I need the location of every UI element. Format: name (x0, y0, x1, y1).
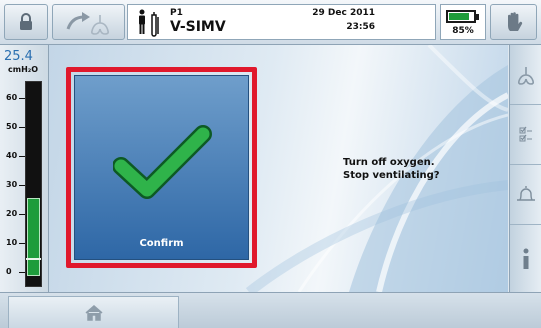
pressure-bar-fill (27, 198, 40, 277)
right-sidebar (509, 45, 541, 292)
gauge-tick-label: 50 (6, 122, 18, 132)
sidebar-item-lungs[interactable] (510, 45, 541, 105)
time-display: 23:56 (346, 22, 375, 32)
main-area: Confirm Turn off oxygen. Stop ventilatin… (49, 45, 508, 292)
gauge-tick-label: 0 (6, 267, 12, 277)
confirm-highlight-frame: Confirm (66, 67, 257, 268)
home-icon (85, 304, 102, 321)
standby-icon (66, 12, 109, 35)
checklist-icon (519, 126, 532, 141)
message-line-1: Turn off oxygen. (343, 157, 435, 168)
patient-type-icons (136, 9, 166, 41)
battery-icon (446, 10, 476, 23)
pressure-value: 25.4 (4, 49, 33, 64)
adult-patient-icon (139, 9, 159, 37)
pressure-bar (25, 81, 42, 287)
date-display: 29 Dec 2011 (312, 8, 375, 18)
ventilation-mode: V-SIMV (170, 19, 226, 35)
sidebar-item-info[interactable] (510, 225, 541, 292)
pressure-unit: cmH₂O (8, 65, 39, 74)
hand-icon (507, 12, 522, 32)
home-tab[interactable] (8, 296, 179, 328)
battery-terminal (476, 14, 479, 20)
gauge-tick-label: 30 (6, 180, 18, 190)
gauge-tick-label: 10 (6, 238, 18, 248)
manual-breath-button[interactable] (490, 4, 537, 40)
battery-status: 85% (440, 4, 486, 40)
confirm-button[interactable]: Confirm (74, 75, 249, 260)
patient-id: P1 (170, 8, 183, 18)
confirm-label: Confirm (139, 238, 184, 249)
standby-button[interactable] (52, 4, 125, 40)
lock-icon (20, 13, 32, 30)
ventilation-status-panel[interactable]: P1 V-SIMV 29 Dec 2011 23:56 (127, 4, 436, 40)
battery-level-fill (449, 13, 469, 20)
lungs-icon (517, 66, 535, 85)
gauge-tick-label: 60 (6, 93, 18, 103)
confirmation-message: Turn off oxygen. Stop ventilating? (343, 156, 440, 182)
pressure-gauge-panel: 25.4 cmH₂O 60 50 40 30 20 10 0 (0, 45, 49, 292)
sidebar-item-checklist[interactable] (510, 105, 541, 165)
gauge-tick-label: 40 (6, 151, 18, 161)
checkmark-icon (113, 125, 212, 199)
alarm-bell-icon (517, 185, 535, 201)
message-line-2: Stop ventilating? (343, 170, 440, 181)
top-bar: P1 V-SIMV 29 Dec 2011 23:56 85% (0, 0, 541, 45)
pressure-marker (26, 257, 41, 260)
bottom-bar (0, 292, 541, 328)
info-icon (523, 248, 529, 269)
battery-percent: 85% (452, 26, 474, 36)
gauge-tick-label: 20 (6, 209, 18, 219)
sidebar-item-alarms[interactable] (510, 165, 541, 225)
lock-button[interactable] (4, 4, 48, 40)
